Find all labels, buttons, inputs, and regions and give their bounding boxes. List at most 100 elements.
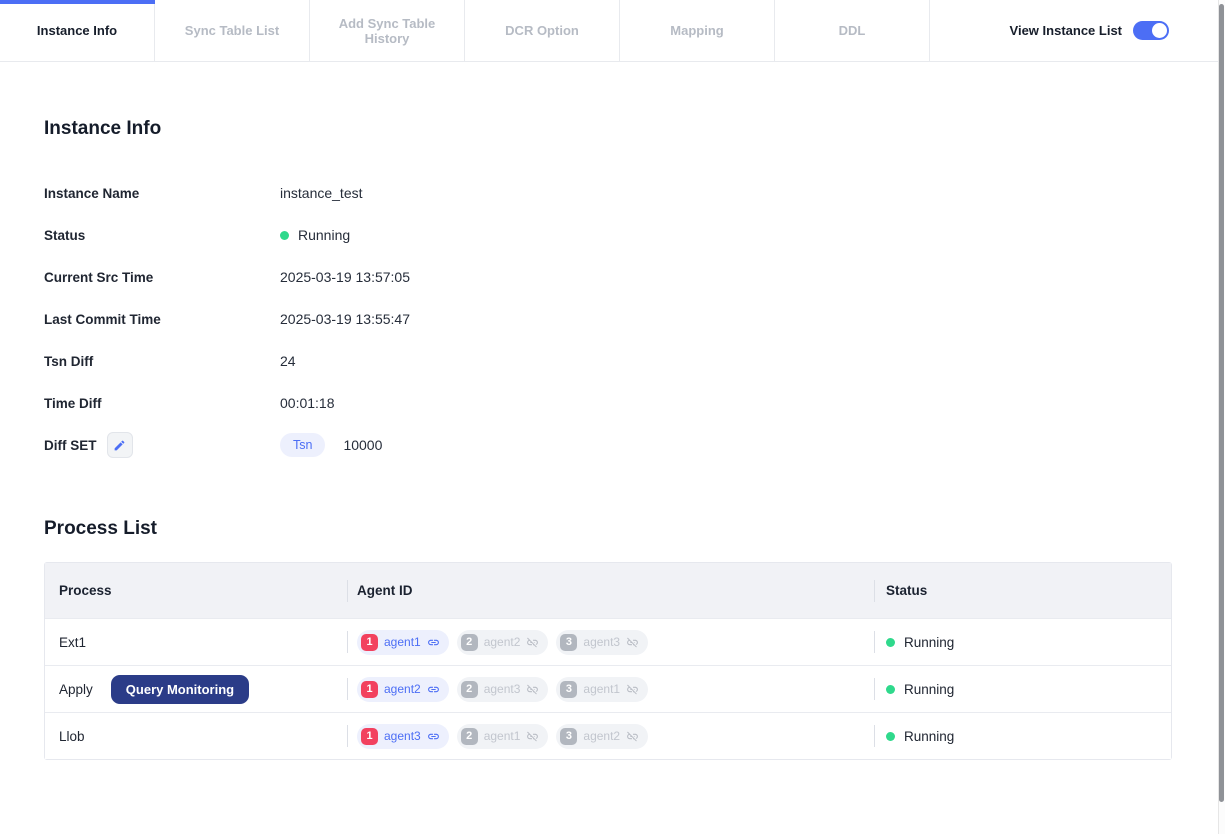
field-label: Status <box>44 227 86 243</box>
agent-name: agent3 <box>483 682 521 696</box>
status-dot-icon <box>886 684 895 694</box>
agent-badge[interactable]: 3 agent3 <box>556 629 649 655</box>
link-off-icon <box>627 637 639 647</box>
process-table-header: Process Agent ID Status <box>45 563 1171 618</box>
field-label: Diff SET <box>44 437 97 453</box>
table-row-llob: Llob 1 agent3 2 agent1 3 agent2 Running <box>45 712 1171 759</box>
field-label: Instance Name <box>44 185 140 201</box>
tab-dcr-option[interactable]: DCR Option <box>465 0 620 61</box>
instance-info-fields: Instance Name instance_test Status Runni… <box>44 172 1172 466</box>
agent-name: agent2 <box>384 682 421 696</box>
agent-priority-number: 1 <box>361 633 378 651</box>
instance-info-title: Instance Info <box>44 118 162 139</box>
link-off-icon <box>527 731 539 741</box>
process-list-title: Process List <box>44 518 157 539</box>
agent-priority-number: 1 <box>361 680 378 698</box>
agent-badge[interactable]: 1 agent2 <box>357 676 449 702</box>
tsn-badge[interactable]: Tsn <box>280 433 326 457</box>
field-label: Current Src Time <box>44 269 154 285</box>
field-row-instance-name: Instance Name instance_test <box>44 172 1172 214</box>
status-dot-icon <box>886 731 895 741</box>
agent-name: agent3 <box>583 635 621 649</box>
process-name: Llob <box>59 728 85 744</box>
agent-priority-number: 2 <box>460 633 478 651</box>
tab-add-sync-table-history[interactable]: Add Sync Table History <box>310 0 465 61</box>
status-dot-icon <box>886 637 895 647</box>
field-row-status: Status Running <box>44 214 1172 256</box>
link-off-icon <box>527 684 539 694</box>
tab-instance-info[interactable]: Instance Info <box>0 0 155 61</box>
tab-ddl[interactable]: DDL <box>775 0 930 61</box>
query-monitoring-button[interactable]: Query Monitoring <box>110 674 250 704</box>
agent-badge[interactable]: 2 agent2 <box>456 629 549 655</box>
process-status: Running <box>904 634 955 650</box>
table-row-apply: Apply Query Monitoring 1 agent2 2 agent3 <box>45 665 1171 712</box>
pencil-icon <box>114 440 125 450</box>
agent-badge[interactable]: 1 agent3 <box>357 723 449 749</box>
tab-label: Sync Table List <box>184 23 280 38</box>
agent-priority-number: 3 <box>560 633 578 651</box>
field-row-current-src-time: Current Src Time 2025-03-19 13:57:05 <box>44 256 1172 298</box>
scrollbar-track <box>1218 0 1225 834</box>
link-icon <box>427 639 439 645</box>
agent-name: agent3 <box>384 729 421 743</box>
column-header-status: Status <box>874 563 1171 618</box>
process-status: Running <box>904 728 955 744</box>
link-off-icon <box>627 684 639 694</box>
field-row-last-commit-time: Last Commit Time 2025-03-19 13:55:47 <box>44 298 1172 340</box>
field-label: Time Diff <box>44 395 102 411</box>
edit-diff-set-button[interactable] <box>106 432 133 458</box>
tab-label: Instance Info <box>36 23 118 38</box>
link-icon <box>427 733 439 739</box>
agent-name: agent1 <box>384 635 421 649</box>
column-header-process: Process <box>59 583 112 598</box>
field-value: 24 <box>280 353 296 369</box>
field-row-diff-set: Diff SET Tsn 10000 <box>44 424 1172 466</box>
view-instance-list-label: View Instance List <box>1009 23 1122 38</box>
tab-label: Add Sync Table History <box>338 15 436 46</box>
column-header-agent-id: Agent ID <box>347 563 874 618</box>
tab-label: DCR Option <box>505 23 579 38</box>
agent-priority-number: 1 <box>361 727 378 745</box>
field-value: instance_test <box>280 185 363 201</box>
main-content: Instance Info Instance Name instance_tes… <box>0 62 1225 760</box>
agent-priority-number: 2 <box>460 727 478 745</box>
tab-mapping[interactable]: Mapping <box>620 0 775 61</box>
toggle-knob <box>1152 23 1167 38</box>
table-row-ext1: Ext1 1 agent1 2 agent2 3 agent3 Running <box>45 618 1171 665</box>
field-row-time-diff: Time Diff 00:01:18 <box>44 382 1172 424</box>
field-value: 2025-03-19 13:55:47 <box>280 311 410 327</box>
process-name: Apply <box>59 681 93 697</box>
agent-name: agent2 <box>483 635 521 649</box>
agent-badge[interactable]: 1 agent1 <box>357 629 449 655</box>
agent-badge[interactable]: 2 agent1 <box>456 723 549 749</box>
field-value: 00:01:18 <box>280 395 335 411</box>
status-value: Running <box>298 227 351 243</box>
agent-priority-number: 2 <box>460 680 478 698</box>
diff-set-value: 10000 <box>343 437 383 453</box>
process-name: Ext1 <box>59 634 87 650</box>
agent-name: agent1 <box>483 729 521 743</box>
field-row-tsn-diff: Tsn Diff 24 <box>44 340 1172 382</box>
agent-priority-number: 3 <box>560 727 578 745</box>
status-dot-icon <box>280 230 289 240</box>
agent-priority-number: 3 <box>560 680 578 698</box>
agent-badge[interactable]: 3 agent1 <box>556 676 649 702</box>
tab-bar: Instance Info Sync Table List Add Sync T… <box>0 0 1225 62</box>
process-list-section: Process List Process Agent ID Status Ext… <box>44 518 1172 760</box>
field-value: 2025-03-19 13:57:05 <box>280 269 410 285</box>
process-table: Process Agent ID Status Ext1 1 agent1 2 … <box>44 562 1172 760</box>
field-label: Tsn Diff <box>44 353 94 369</box>
link-off-icon <box>527 637 539 647</box>
link-icon <box>427 686 439 692</box>
tab-label: DDL <box>838 23 866 38</box>
tab-label: Mapping <box>670 23 724 38</box>
link-off-icon <box>627 731 639 741</box>
instance-detail-page: Instance Info Sync Table List Add Sync T… <box>0 0 1225 834</box>
tab-sync-table-list[interactable]: Sync Table List <box>155 0 310 61</box>
scrollbar-thumb[interactable] <box>1219 4 1224 802</box>
agent-badge[interactable]: 2 agent3 <box>456 676 549 702</box>
field-label: Last Commit Time <box>44 311 161 327</box>
agent-badge[interactable]: 3 agent2 <box>556 723 649 749</box>
view-instance-list-toggle[interactable] <box>1133 21 1169 40</box>
